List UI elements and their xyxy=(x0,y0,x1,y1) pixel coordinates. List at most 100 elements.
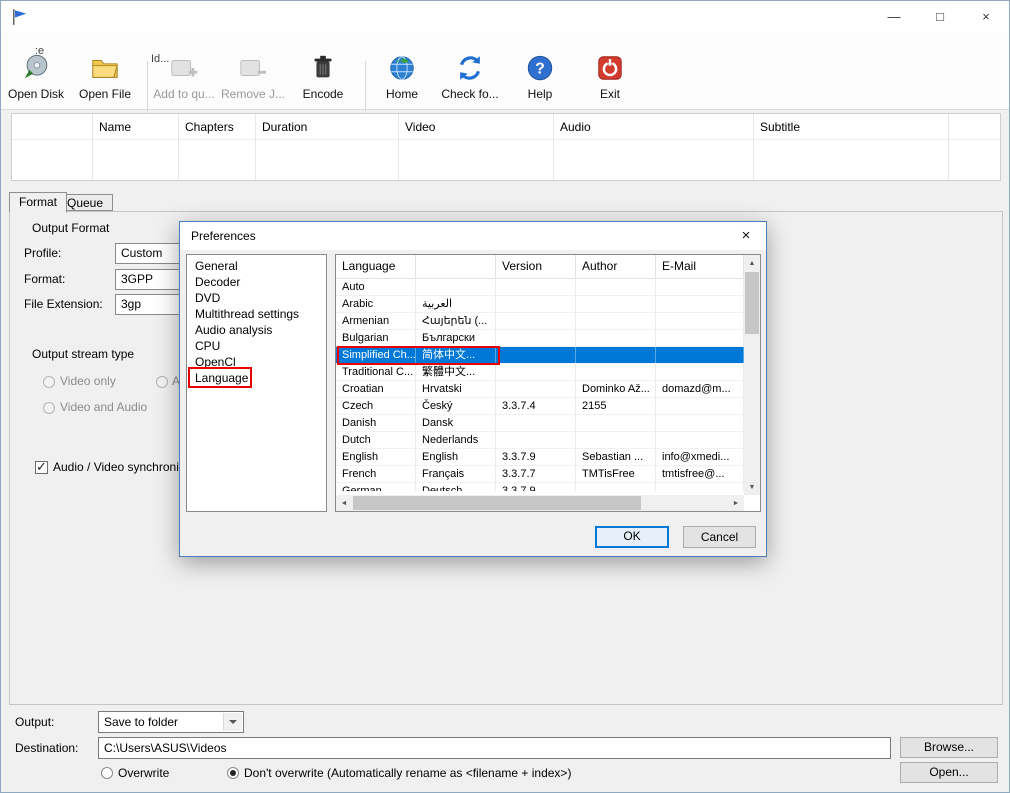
dont-overwrite-radio[interactable] xyxy=(227,767,239,779)
category-item-multithread-settings[interactable]: Multithread settings xyxy=(187,306,326,322)
cancel-button[interactable]: Cancel xyxy=(683,526,756,548)
category-item-decoder[interactable]: Decoder xyxy=(187,274,326,290)
file-list-column-header[interactable]: Audio xyxy=(560,120,591,134)
table-row[interactable]: DutchNederlands xyxy=(336,432,744,449)
svg-text:?: ? xyxy=(535,61,545,78)
table-cell: العربية xyxy=(416,296,496,313)
maximize-button[interactable]: □ xyxy=(917,1,963,31)
horizontal-scroll-thumb[interactable] xyxy=(353,496,641,510)
table-column-header[interactable]: Author xyxy=(576,255,656,279)
destination-input[interactable]: C:\Users\ASUS\Videos xyxy=(98,737,891,759)
table-row[interactable]: Auto xyxy=(336,279,744,296)
dialog-title: Preferences xyxy=(191,229,256,243)
category-item-language[interactable]: Language xyxy=(187,370,326,386)
table-cell xyxy=(656,313,744,330)
category-item-general[interactable]: General xyxy=(187,258,326,274)
toolbar-separator xyxy=(147,61,148,117)
table-column-header[interactable]: Version xyxy=(496,255,576,279)
toolbar-button-remove-job: Remove J... xyxy=(219,53,287,101)
table-row[interactable]: BulgarianБългарски xyxy=(336,330,744,347)
close-button[interactable]: × xyxy=(963,1,1009,31)
toolbar-button-label: Add to qu... xyxy=(153,87,215,101)
table-column-header[interactable] xyxy=(416,255,496,279)
browse-button[interactable]: Browse... xyxy=(900,737,998,758)
preferences-category-list: GeneralDecoderDVDMultithread settingsAud… xyxy=(186,254,327,512)
table-cell xyxy=(656,483,744,491)
window-controls: — □ × xyxy=(871,1,1009,31)
category-item-dvd[interactable]: DVD xyxy=(187,290,326,306)
table-cell: 3.3.7.9 xyxy=(496,483,576,491)
table-cell: French xyxy=(336,466,416,483)
toolbar-button-open-disk[interactable]: Open Disk xyxy=(4,53,68,101)
table-row[interactable]: Arabicالعربية xyxy=(336,296,744,313)
overwrite-radio[interactable] xyxy=(101,767,113,779)
table-cell xyxy=(656,364,744,381)
scroll-down-icon[interactable]: ▼ xyxy=(744,479,760,495)
file-list-column-header[interactable]: Duration xyxy=(262,120,307,134)
toolbar-button-help[interactable]: ?Help xyxy=(513,53,567,101)
file-list-column-divider xyxy=(398,114,399,180)
table-row[interactable]: EnglishEnglish3.3.7.9Sebastian ...info@x… xyxy=(336,449,744,466)
av-sync-checkbox[interactable] xyxy=(35,461,48,474)
table-cell xyxy=(496,432,576,449)
vertical-scroll-thumb[interactable] xyxy=(745,272,759,334)
refresh-icon xyxy=(437,53,503,85)
minimize-button[interactable]: — xyxy=(871,1,917,31)
output-mode-value: Save to folder xyxy=(104,715,178,729)
table-cell xyxy=(576,347,656,364)
table-cell: 简体中文... xyxy=(416,347,496,364)
output-mode-select[interactable]: Save to folder xyxy=(98,711,244,733)
file-list-column-header[interactable]: Name xyxy=(99,120,131,134)
add-icon xyxy=(153,53,215,85)
table-cell: Nederlands xyxy=(416,432,496,449)
file-list-column-divider xyxy=(92,114,93,180)
toolbar-button-home[interactable]: Home xyxy=(375,53,429,101)
output-format-group-label: Output Format xyxy=(32,221,109,235)
table-cell: English xyxy=(416,449,496,466)
file-list-column-header[interactable]: Video xyxy=(405,120,435,134)
table-cell xyxy=(656,398,744,415)
table-row[interactable]: ArmenianՀայերեն (... xyxy=(336,313,744,330)
category-item-opencl[interactable]: OpenCl xyxy=(187,354,326,370)
vertical-scrollbar: ▲ ▼ xyxy=(744,255,760,495)
ok-button[interactable]: OK xyxy=(595,526,669,548)
table-row[interactable]: FrenchFrançais3.3.7.7TMTisFreetmtisfree@… xyxy=(336,466,744,483)
table-cell: Deutsch xyxy=(416,483,496,491)
table-row[interactable]: CzechČeský3.3.7.42155 xyxy=(336,398,744,415)
table-cell xyxy=(496,381,576,398)
file-list-header-divider xyxy=(12,139,1000,140)
table-row[interactable]: Simplified Ch...简体中文... xyxy=(336,347,744,364)
dialog-title-bar: Preferences × xyxy=(180,222,766,250)
table-cell xyxy=(656,347,744,364)
table-column-header[interactable]: Language xyxy=(336,255,416,279)
table-row[interactable]: Traditional C...繁體中文... xyxy=(336,364,744,381)
table-column-header[interactable]: E-Mail xyxy=(656,255,744,279)
file-list-column-header[interactable]: Chapters xyxy=(185,120,234,134)
table-row[interactable]: GermanDeutsch3.3.7.9 xyxy=(336,483,744,491)
table-cell xyxy=(576,279,656,296)
table-cell: Български xyxy=(416,330,496,347)
toolbar-button-exit[interactable]: Exit xyxy=(583,53,637,101)
scroll-left-icon[interactable]: ◄ xyxy=(336,495,352,511)
scroll-up-icon[interactable]: ▲ xyxy=(744,255,760,271)
toolbar-button-check-for-updates[interactable]: Check fo... xyxy=(437,53,503,101)
table-cell xyxy=(656,279,744,296)
table-row[interactable]: CroatianHrvatskiDominko Až...domazd@m... xyxy=(336,381,744,398)
file-list-column-header[interactable]: Subtitle xyxy=(760,120,800,134)
toolbar-button-open-file[interactable]: Open File xyxy=(73,53,137,101)
table-row[interactable]: DanishDansk xyxy=(336,415,744,432)
toolbar: :e Id... Open DiskOpen FileAdd to qu...R… xyxy=(1,33,1009,110)
table-cell: Simplified Ch... xyxy=(336,347,416,364)
open-button[interactable]: Open... xyxy=(900,762,998,783)
category-item-cpu[interactable]: CPU xyxy=(187,338,326,354)
audio-only-radio xyxy=(156,376,168,388)
dialog-close-icon[interactable]: × xyxy=(734,226,758,246)
category-item-audio-analysis[interactable]: Audio analysis xyxy=(187,322,326,338)
scroll-right-icon[interactable]: ► xyxy=(728,495,744,511)
table-cell: German xyxy=(336,483,416,491)
toolbar-button-encode[interactable]: Encode xyxy=(293,53,353,101)
tab-format[interactable]: Format xyxy=(9,192,67,213)
table-cell: Sebastian ... xyxy=(576,449,656,466)
profile-label: Profile: xyxy=(24,246,61,260)
toolbar-button-label: Exit xyxy=(583,87,637,101)
